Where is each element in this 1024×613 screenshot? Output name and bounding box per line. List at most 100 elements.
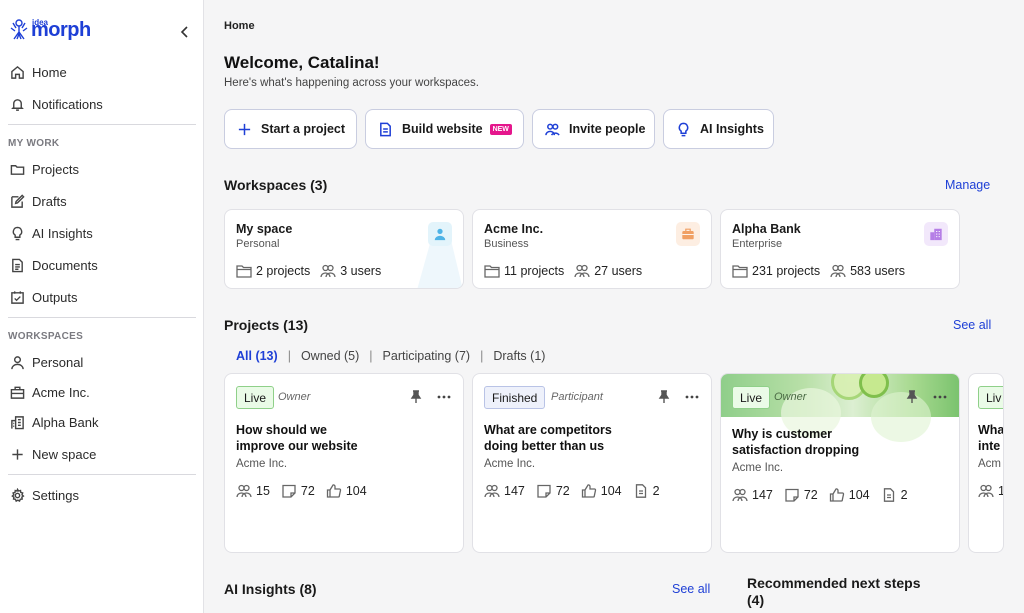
tab-separator: |: [287, 349, 291, 363]
sidebar-item-drafts[interactable]: Drafts: [0, 187, 204, 215]
thumbs-up-icon: [581, 484, 596, 498]
workspace-badge: [676, 222, 700, 246]
like-count: 104: [848, 488, 870, 502]
workspace-card-my-space[interactable]: My space Personal 2 projects 3 users: [224, 209, 464, 289]
sidebar-divider: [8, 124, 196, 125]
workspaces-heading: Workspaces (3): [224, 177, 328, 193]
sidebar-item-acme[interactable]: Acme Inc.: [0, 378, 204, 406]
brand-small: idea: [32, 18, 49, 27]
bell-icon: [10, 97, 25, 112]
more-options-icon[interactable]: [932, 389, 948, 405]
comment-icon: [537, 484, 551, 498]
briefcase-icon: [10, 385, 25, 400]
tab-all[interactable]: All (13): [236, 349, 278, 363]
project-tabs: All (13) | Owned (5) | Participating (7)…: [236, 349, 545, 363]
section-label-my-work: MY WORK: [8, 138, 60, 149]
project-card[interactable]: Live Owner Why is customer satisfaction …: [720, 373, 960, 553]
project-card[interactable]: Liv Wha inte Acm 1: [968, 373, 1004, 553]
document-count: 2: [652, 484, 660, 498]
workspace-name: Acme Inc.: [484, 222, 544, 236]
sidebar-item-ai-insights[interactable]: AI Insights: [0, 219, 204, 247]
invite-people-button[interactable]: Invite people: [532, 109, 655, 149]
sidebar-divider: [8, 317, 196, 318]
pin-icon[interactable]: [905, 390, 919, 404]
workspace-card-acme[interactable]: Acme Inc. Business 11 projects 27 users: [472, 209, 712, 289]
sidebar-divider: [8, 474, 196, 475]
sidebar-item-label: Home: [32, 64, 67, 80]
sidebar-item-label: Alpha Bank: [32, 414, 99, 430]
tab-drafts[interactable]: Drafts (1): [493, 349, 545, 363]
breadcrumb[interactable]: Home: [224, 20, 255, 32]
new-space-button[interactable]: New space: [0, 440, 204, 468]
manage-workspaces-link[interactable]: Manage: [945, 178, 990, 192]
user-count: 3 users: [340, 264, 382, 278]
status-badge: Liv: [978, 386, 1003, 409]
workspace-type: Business: [484, 238, 529, 250]
sidebar-item-notifications[interactable]: Notifications: [0, 90, 204, 118]
sidebar-item-label: New space: [32, 446, 97, 462]
page-icon: [380, 122, 391, 136]
brand-logo[interactable]: idea morph: [9, 18, 91, 40]
project-card[interactable]: Finished Participant What are competitor…: [472, 373, 712, 553]
project-company: Acme Inc.: [236, 458, 288, 470]
sidebar-item-settings[interactable]: Settings: [0, 481, 204, 509]
more-options-icon[interactable]: [684, 389, 700, 405]
member-count: 147: [752, 488, 773, 502]
workspace-type: Personal: [236, 238, 280, 250]
folder-icon: [236, 265, 252, 278]
project-count: 11 projects: [504, 264, 565, 278]
workspace-card-alpha-bank[interactable]: Alpha Bank Enterprise 231 projects 583 u…: [720, 209, 960, 289]
folder-icon: [10, 162, 25, 177]
edit-icon: [10, 193, 25, 209]
sidebar-item-alpha-bank[interactable]: Alpha Bank: [0, 408, 204, 436]
ai-insights-heading: AI Insights (8): [224, 581, 317, 597]
brand-name: idea morph: [31, 18, 91, 40]
project-role: Owner: [278, 391, 311, 403]
workspace-badge: [428, 222, 452, 246]
sidebar-item-projects[interactable]: Projects: [0, 155, 204, 183]
user-count: 583 users: [850, 264, 906, 278]
tab-owned[interactable]: Owned (5): [301, 349, 359, 363]
collapse-sidebar-button[interactable]: [178, 24, 192, 40]
building-icon: [930, 228, 942, 241]
sidebar-item-documents[interactable]: Documents: [0, 251, 204, 279]
sidebar-item-label: Notifications: [32, 96, 103, 112]
users-icon: [830, 264, 846, 278]
sidebar-item-label: Acme Inc.: [32, 384, 90, 400]
project-stats: 15 72 104: [236, 484, 367, 498]
document-icon: [883, 488, 894, 502]
like-count: 104: [345, 484, 367, 498]
project-card[interactable]: Live Owner How should we improve our web…: [224, 373, 464, 553]
tab-participating[interactable]: Participating (7): [383, 349, 471, 363]
status-badge: Finished: [484, 386, 546, 409]
thumbs-up-icon: [326, 484, 341, 498]
more-options-icon[interactable]: [436, 389, 452, 405]
project-stats: 1: [978, 484, 1003, 498]
users-icon: [320, 264, 336, 278]
projects-see-all-link[interactable]: See all: [953, 318, 991, 332]
lightbulb-icon: [678, 122, 689, 136]
start-project-button[interactable]: Start a project: [224, 109, 357, 149]
workspace-name: Alpha Bank: [732, 222, 801, 236]
ai-insights-button[interactable]: AI Insights: [663, 109, 774, 149]
users-icon: [978, 484, 994, 498]
sidebar-item-personal[interactable]: Personal: [0, 348, 204, 376]
projects-heading: Projects (13): [224, 317, 309, 333]
document-icon: [10, 258, 25, 273]
main-content: Home Welcome, Catalina! Here's what's ha…: [205, 0, 1024, 613]
sidebar-item-label: Settings: [32, 487, 79, 503]
users-icon: [236, 484, 252, 498]
pin-icon[interactable]: [657, 390, 671, 404]
comment-count: 72: [803, 488, 818, 502]
sidebar-item-outputs[interactable]: Outputs: [0, 283, 204, 311]
build-website-button[interactable]: Build website NEW: [365, 109, 524, 149]
ai-insights-see-all-link[interactable]: See all: [672, 582, 710, 596]
sidebar-item-home[interactable]: Home: [0, 58, 204, 86]
comment-count: 72: [555, 484, 570, 498]
status-badge: Live: [236, 386, 275, 409]
member-count: 147: [504, 484, 525, 498]
recommended-heading: Recommended next steps (4): [747, 575, 921, 608]
workspace-type: Enterprise: [732, 238, 783, 250]
sidebar-item-label: Documents: [32, 257, 98, 273]
pin-icon[interactable]: [409, 390, 423, 404]
